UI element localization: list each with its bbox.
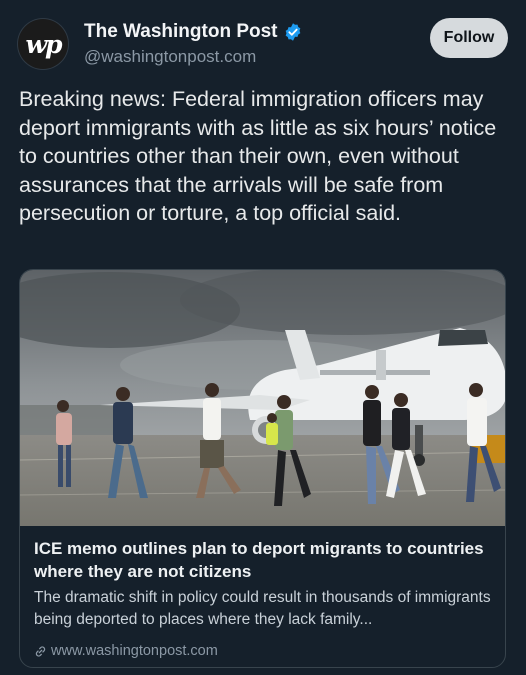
link-card-title[interactable]: ICE memo outlines plan to deport migrant… (34, 537, 494, 583)
link-card-domain-text: www.washingtonpost.com (51, 643, 218, 659)
avatar-logo-text: wp (25, 29, 62, 59)
link-icon (35, 645, 46, 657)
link-card[interactable]: ICE memo outlines plan to deport migrant… (19, 269, 506, 668)
account-handle[interactable]: @washingtonpost.com (84, 47, 256, 67)
link-card-domain[interactable]: www.washingtonpost.com (34, 643, 218, 659)
link-card-description: The dramatic shift in policy could resul… (34, 589, 491, 628)
post-text: Breaking news: Federal immigration offic… (19, 87, 497, 225)
post: wp The Washington Post @washingtonpost.c… (0, 0, 526, 675)
display-name[interactable]: The Washington Post (84, 21, 278, 43)
link-card-image[interactable] (20, 270, 506, 526)
follow-button[interactable]: Follow (430, 18, 508, 58)
post-header: wp The Washington Post @washingtonpost.c… (18, 18, 508, 70)
avatar[interactable]: wp (18, 19, 68, 69)
name-row: The Washington Post (84, 21, 303, 43)
verified-badge-icon (285, 23, 300, 41)
